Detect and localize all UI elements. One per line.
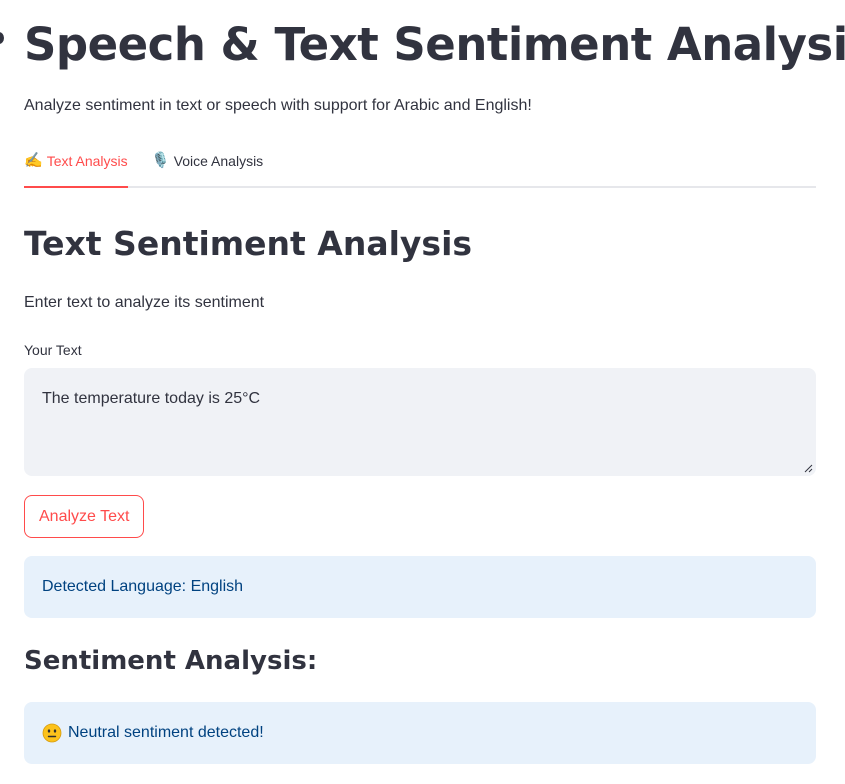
results-title: Sentiment Analysis: [24,646,318,676]
sidebar-edge-indicator [0,32,4,44]
text-input[interactable]: The temperature today is 25°C [24,368,816,476]
microphone-icon: 🎙️ [151,152,170,169]
sentiment-result-text: Neutral sentiment detected! [68,724,264,741]
tab-text-analysis-label: Text Analysis [46,153,128,169]
neutral-face-icon [42,723,62,743]
language-info-box: Detected Language: English [24,556,816,618]
section-title: Text Sentiment Analysis [24,224,473,263]
tab-voice-analysis-label: Voice Analysis [173,153,264,169]
writing-hand-icon: ✍️ [24,152,43,169]
resize-handle-icon[interactable] [803,463,813,473]
page-title: Speech & Text Sentiment Analysis [24,18,845,71]
app-page: Speech & Text Sentiment Analysis Analyze… [0,0,845,784]
detected-language-text: Detected Language: English [42,578,244,595]
sentiment-info-box: Neutral sentiment detected! [24,702,816,764]
tab-voice-analysis[interactable]: 🎙️ Voice Analysis [151,146,263,186]
text-input-container: The temperature today is 25°C [24,368,816,476]
section-description: Enter text to analyze its sentiment [24,294,265,311]
analyze-text-button[interactable]: Analyze Text [24,495,145,538]
page-subtitle: Analyze sentiment in text or speech with… [24,97,532,114]
text-input-label: Your Text [24,342,82,358]
tab-text-analysis[interactable]: ✍️ Text Analysis [24,146,128,188]
tab-bar: ✍️ Text Analysis 🎙️ Voice Analysis [24,146,816,188]
